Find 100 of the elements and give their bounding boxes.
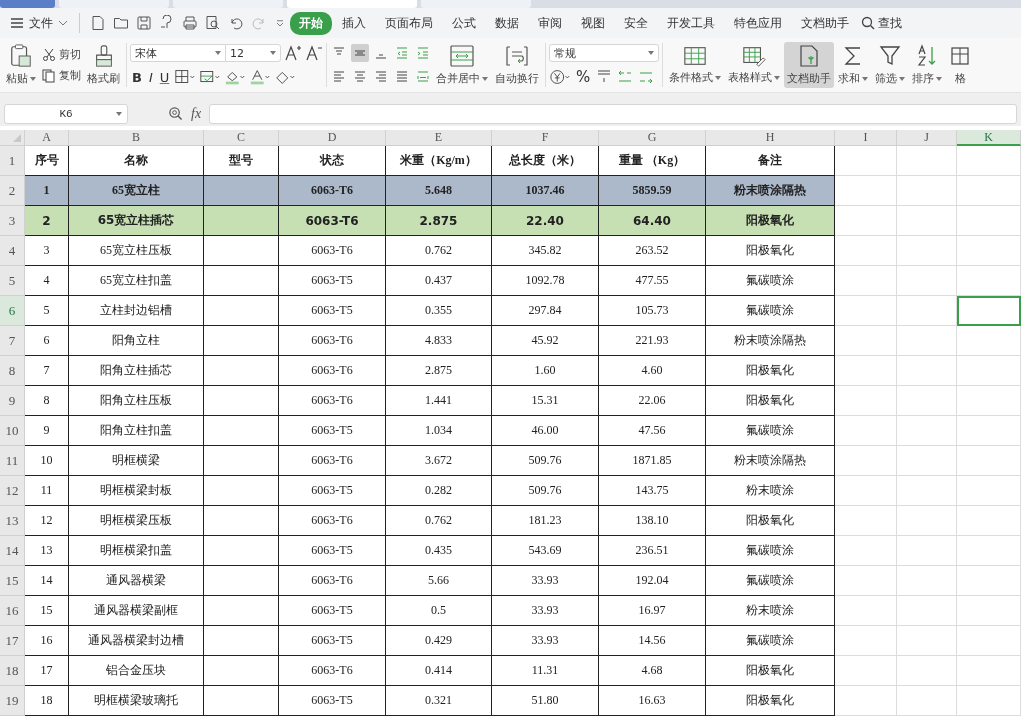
ribbon-tab[interactable]: 视图 — [572, 11, 614, 35]
row-header[interactable]: 15 — [0, 566, 25, 596]
font-size-field[interactable]: 12 — [225, 44, 281, 62]
empty-cell[interactable] — [957, 386, 1021, 416]
ribbon-tab[interactable]: 开发工具 — [658, 11, 724, 35]
empty-cell[interactable] — [957, 506, 1021, 536]
assistant-button[interactable]: 文档助手 — [784, 42, 834, 88]
currency-icon[interactable] — [549, 68, 571, 86]
column-header[interactable]: E — [386, 130, 492, 146]
empty-cell[interactable] — [835, 416, 897, 446]
empty-cell[interactable] — [957, 686, 1021, 716]
empty-cell[interactable] — [957, 356, 1021, 386]
row-header[interactable]: 5 — [0, 266, 25, 296]
redo-icon[interactable] — [251, 15, 267, 31]
empty-cell[interactable] — [957, 176, 1021, 206]
font-style-button[interactable]: I — [146, 69, 155, 85]
ribbon-tab[interactable]: 文档助手 — [792, 11, 858, 35]
column-header[interactable]: D — [279, 130, 386, 146]
row-header[interactable]: 1 — [0, 146, 25, 176]
empty-cell[interactable] — [897, 236, 957, 266]
ribbon-tab[interactable]: 插入 — [333, 11, 375, 35]
search-button[interactable]: 查找 — [859, 14, 904, 32]
empty-cell[interactable] — [835, 626, 897, 656]
row-header[interactable]: 14 — [0, 536, 25, 566]
empty-cell[interactable] — [957, 656, 1021, 686]
empty-cell[interactable] — [957, 146, 1021, 176]
column-header[interactable]: H — [706, 130, 835, 146]
empty-cell[interactable] — [835, 656, 897, 686]
format-button[interactable]: 格 — [946, 42, 974, 88]
empty-cell[interactable] — [957, 236, 1021, 266]
number-format-field[interactable]: 常规 — [549, 44, 659, 62]
save-icon[interactable] — [136, 15, 152, 31]
merge-center-button[interactable]: 合并居中 — [433, 42, 491, 88]
format-painter-button[interactable]: 格式刷 — [84, 42, 123, 88]
empty-cell[interactable] — [835, 596, 897, 626]
row-header[interactable]: 9 — [0, 386, 25, 416]
font-style-button[interactable]: U — [157, 69, 172, 85]
sort-button[interactable]: 排序 — [909, 42, 945, 88]
row-header[interactable]: 18 — [0, 656, 25, 686]
file-menu[interactable]: 文件 — [6, 12, 72, 34]
empty-cell[interactable] — [897, 386, 957, 416]
row-header[interactable]: 11 — [0, 446, 25, 476]
column-header[interactable]: I — [835, 130, 897, 146]
empty-cell[interactable] — [835, 296, 897, 326]
name-box[interactable]: K6 — [4, 103, 128, 124]
empty-cell[interactable] — [897, 146, 957, 176]
undo-icon[interactable] — [228, 15, 244, 31]
empty-cell[interactable] — [835, 566, 897, 596]
empty-cell[interactable] — [897, 176, 957, 206]
empty-cell[interactable] — [835, 686, 897, 716]
empty-cell[interactable] — [957, 266, 1021, 296]
print-preview-icon[interactable] — [205, 15, 221, 31]
empty-cell[interactable] — [957, 476, 1021, 506]
wrap-text-button[interactable]: 自动换行 — [492, 42, 542, 88]
empty-cell[interactable] — [897, 686, 957, 716]
empty-cell[interactable] — [835, 446, 897, 476]
row-header[interactable]: 13 — [0, 506, 25, 536]
column-header[interactable]: B — [69, 130, 204, 146]
empty-cell[interactable] — [897, 656, 957, 686]
empty-cell[interactable] — [957, 326, 1021, 356]
empty-cell[interactable] — [835, 506, 897, 536]
print-icon[interactable] — [182, 15, 198, 31]
ribbon-tab[interactable]: 数据 — [486, 11, 528, 35]
active-cell[interactable] — [957, 296, 1021, 326]
row-header[interactable]: 12 — [0, 476, 25, 506]
function-label[interactable]: fx — [191, 105, 202, 122]
zoom-icon[interactable] — [168, 106, 183, 121]
row-header[interactable]: 17 — [0, 626, 25, 656]
filter-button[interactable]: 筛选 — [872, 42, 908, 88]
row-header[interactable]: 8 — [0, 356, 25, 386]
empty-cell[interactable] — [897, 356, 957, 386]
empty-cell[interactable] — [835, 236, 897, 266]
font-name-field[interactable]: 宋体 — [130, 44, 226, 62]
ribbon-tab[interactable]: 审阅 — [529, 11, 571, 35]
row-header[interactable]: 16 — [0, 596, 25, 626]
row-header[interactable]: 3 — [0, 206, 25, 236]
new-file-icon[interactable] — [90, 15, 106, 31]
empty-cell[interactable] — [897, 626, 957, 656]
empty-cell[interactable] — [897, 206, 957, 236]
empty-cell[interactable] — [897, 266, 957, 296]
empty-cell[interactable] — [835, 146, 897, 176]
column-header[interactable]: G — [599, 130, 706, 146]
row-header[interactable]: 4 — [0, 236, 25, 266]
empty-cell[interactable] — [897, 566, 957, 596]
empty-cell[interactable] — [957, 626, 1021, 656]
empty-cell[interactable] — [897, 446, 957, 476]
empty-cell[interactable] — [835, 536, 897, 566]
empty-cell[interactable] — [957, 596, 1021, 626]
column-header[interactable]: A — [25, 130, 69, 146]
column-header[interactable]: J — [897, 130, 957, 146]
empty-cell[interactable] — [897, 476, 957, 506]
increase-font-icon[interactable] — [284, 44, 302, 62]
font-color-icon[interactable] — [249, 68, 272, 86]
copy-button[interactable]: 复制 — [42, 68, 81, 83]
font-style-button[interactable]: B — [130, 69, 144, 85]
table-style-button[interactable]: 表格样式 — [725, 42, 783, 88]
decrease-font-icon[interactable] — [305, 44, 323, 62]
row-header[interactable]: 2 — [0, 176, 25, 206]
cut-button[interactable]: 剪切 — [42, 47, 81, 62]
empty-cell[interactable] — [897, 596, 957, 626]
